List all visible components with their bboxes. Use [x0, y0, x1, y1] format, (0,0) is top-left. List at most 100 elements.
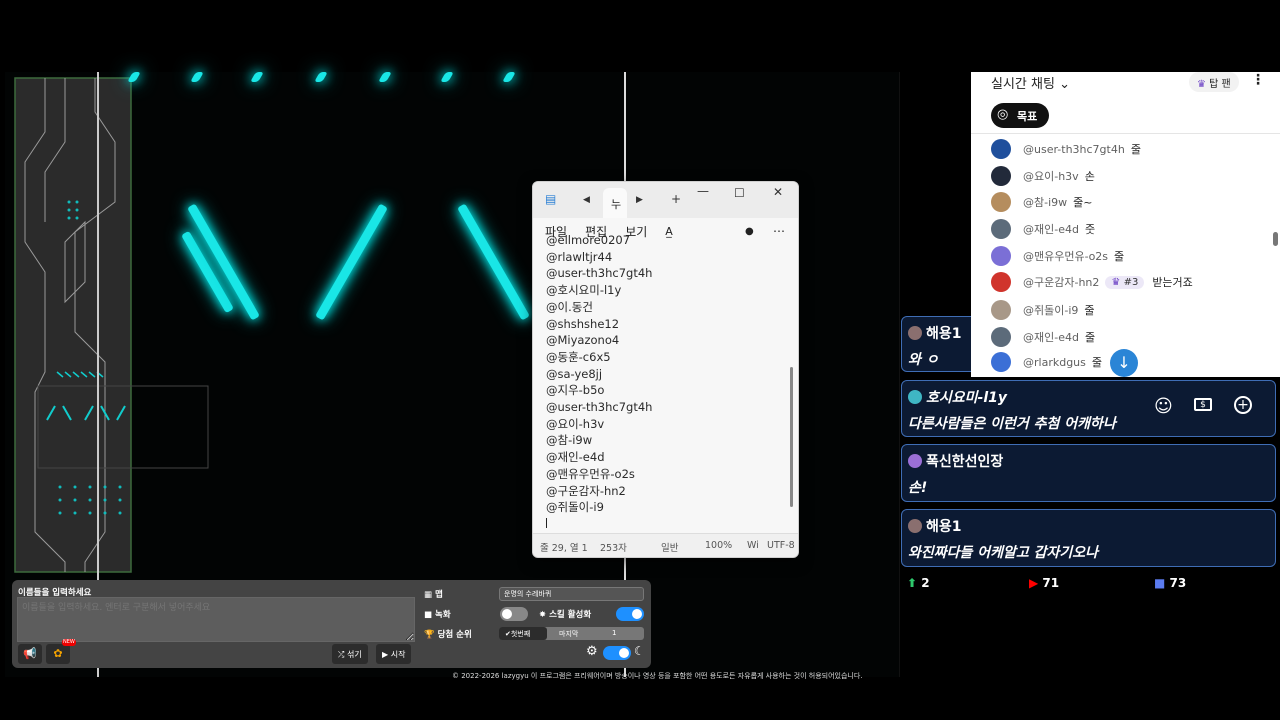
plugin-button[interactable]: ✿ NEW	[46, 639, 76, 664]
avatar[interactable]	[991, 166, 1011, 186]
notepad-line: @user-th3hc7gt4h	[546, 266, 653, 281]
names-input[interactable]	[17, 597, 415, 642]
megaphone-icon: 📢	[23, 647, 37, 660]
chat-handle[interactable]: @재인-e4d	[1023, 329, 1079, 345]
chat-text: 줄	[1084, 304, 1095, 317]
announce-button[interactable]: 📢	[18, 644, 42, 664]
avatar[interactable]	[991, 219, 1011, 239]
moon-icon: ☾	[634, 644, 645, 658]
status-encoding: UTF-8	[767, 540, 795, 551]
chat-handle[interactable]: @재인-e4d	[1023, 221, 1079, 237]
notepad-titlebar[interactable]: ▤ ◀ 누 ▶ + — ☐ ✕	[533, 182, 798, 218]
chat-message[interactable]: @맨유우먼유-o2s 줄	[991, 245, 1271, 267]
chat-bubble: 폭신한선인장 손!	[901, 444, 1276, 502]
notepad-window[interactable]: ▤ ◀ 누 ▶ + — ☐ ✕ 파일 편집 보기 A̲ ● ⋯ @ellmore…	[532, 181, 799, 558]
rank-last-option[interactable]: 마지막	[559, 629, 578, 639]
chat-message[interactable]: @구운감자-hn2 ♛ #3 받는거죠	[991, 271, 1271, 293]
avatar[interactable]	[991, 327, 1011, 347]
gear-icon[interactable]: ⚙	[586, 644, 598, 659]
chat-handle[interactable]: @맨유우먼유-o2s	[1023, 248, 1108, 264]
bubble-name: 폭신한선인장	[926, 454, 1004, 470]
notepad-app-icon: ▤	[545, 192, 557, 206]
chat-message[interactable]: @쥐돌이-i9 줄	[991, 299, 1271, 321]
theme-toggle[interactable]	[603, 646, 631, 660]
status-chars: 253자	[600, 543, 627, 554]
chat-handle[interactable]: @참-i9w	[1023, 194, 1067, 210]
chat-scrollbar[interactable]	[1273, 232, 1278, 246]
goal-button[interactable]: ◎ 목표	[991, 103, 1049, 128]
notepad-line: @재인-e4d	[546, 450, 605, 465]
skill-icon: ✸	[539, 610, 547, 620]
crown-icon: ♛	[1197, 79, 1206, 90]
status-mode: 일반	[661, 543, 679, 554]
status-position: 줄 29, 열 1	[540, 543, 588, 554]
goal-label: 목표	[1017, 110, 1038, 123]
add-icon[interactable]: +	[1234, 396, 1252, 414]
chat-handle[interactable]: @rlarkdgus	[1023, 356, 1086, 369]
rank-label-text: 당첨 순위	[437, 630, 472, 640]
chat-text: 줄~	[1073, 196, 1093, 209]
chat-message[interactable]: @재인-e4d 줏	[991, 218, 1271, 240]
youtube-icon: ▶	[1029, 576, 1039, 590]
rank-first-option[interactable]: ✔첫번째	[499, 627, 547, 640]
chat-handle[interactable]: @구운감자-hn2	[1023, 274, 1099, 290]
chat-handle[interactable]: @user-th3hc7gt4h	[1023, 143, 1125, 156]
chat-message[interactable]: @재인-e4d 줄	[991, 326, 1271, 348]
chat-title-dropdown[interactable]: 실시간 채팅 ⌄	[991, 73, 1070, 92]
skill-toggle[interactable]	[616, 607, 644, 621]
notepad-scrollbar[interactable]	[790, 367, 793, 507]
start-label: 시작	[390, 650, 406, 659]
tab-next-icon[interactable]: ▶	[636, 195, 643, 205]
start-button[interactable]: ▶ 시작	[376, 644, 412, 664]
minimize-icon[interactable]: —	[697, 184, 709, 198]
crown-icon: ♛	[1111, 276, 1124, 288]
tab-document[interactable]: 누	[603, 188, 627, 218]
shuffle-button[interactable]: ⤮ 섞기	[332, 644, 368, 664]
rank-badge-text: #3	[1123, 276, 1139, 288]
bubble-message: 손!	[908, 480, 928, 496]
rank-value[interactable]: 1	[612, 629, 616, 637]
avatar[interactable]	[991, 272, 1011, 292]
screen: ▤ ◀ 누 ▶ + — ☐ ✕ 파일 편집 보기 A̲ ● ⋯ @ellmore…	[0, 0, 1280, 720]
chat-handle[interactable]: @쥐돌이-i9	[1023, 302, 1078, 318]
chat-text: 손	[1084, 170, 1095, 183]
maximize-icon[interactable]: ☐	[734, 186, 745, 200]
stat-likes-value: 2	[921, 576, 930, 590]
new-tab-icon[interactable]: +	[671, 192, 681, 206]
emoji-icon[interactable]: ☺	[1154, 396, 1173, 417]
chat-message[interactable]: @참-i9w 줄~	[991, 191, 1271, 213]
record-toggle[interactable]	[500, 607, 528, 621]
chat-message[interactable]: @요이-h3v 손	[991, 165, 1271, 187]
top-fan-button[interactable]: ♛ 탑 팬	[1189, 72, 1239, 92]
bubble-message: 다른사람들은 이런거 추첨 어캐하나	[908, 416, 1116, 432]
super-chat-icon[interactable]: $	[1194, 398, 1212, 411]
rank-selector[interactable]: ✔첫번째 마지막 1	[499, 627, 644, 640]
avatar[interactable]	[991, 300, 1011, 320]
more-vert-icon[interactable]: ⋮	[1251, 72, 1265, 88]
map-select[interactable]: 운명의 수레바퀴	[499, 587, 644, 601]
chat-handle[interactable]: @요이-h3v	[1023, 168, 1079, 184]
user-avatar-dot	[908, 326, 922, 340]
chat-text: 줄	[1114, 250, 1125, 263]
chat-title-text: 실시간 채팅	[991, 77, 1055, 92]
chat-message[interactable]: @user-th3hc7gt4h 줄	[991, 138, 1271, 160]
tab-prev-icon[interactable]: ◀	[583, 195, 590, 205]
avatar[interactable]	[991, 352, 1011, 372]
avatar[interactable]	[991, 246, 1011, 266]
scroll-down-button[interactable]: ↓	[1110, 349, 1138, 377]
top-letterbox	[0, 0, 1280, 72]
close-icon[interactable]: ✕	[773, 185, 783, 199]
live-chat-panel[interactable]: 실시간 채팅 ⌄ ♛ 탑 팬 ⋮ ◎ 목표 @user-th3hc7gt4h 줄 @요…	[971, 72, 1280, 377]
notepad-line: @요이-h3v	[546, 416, 605, 431]
notepad-line: @sa-ye8jj	[546, 366, 603, 381]
video-icon: ■	[424, 610, 433, 620]
chat-text: 줄	[1130, 143, 1141, 156]
chat-header: 실시간 채팅 ⌄ ♛ 탑 팬 ⋮ ◎ 목표	[971, 72, 1280, 134]
bubble-message: 와 ㅇ	[908, 352, 939, 368]
text-cursor	[546, 517, 547, 528]
avatar[interactable]	[991, 139, 1011, 159]
bubble-name: 해용1	[926, 519, 962, 535]
avatar[interactable]	[991, 192, 1011, 212]
chat-actions: ☺ $ +	[1138, 384, 1278, 429]
notepad-text-area[interactable]: @ellmore0207 @rlawltjr44 @user-th3hc7gt4h @…	[533, 232, 791, 528]
